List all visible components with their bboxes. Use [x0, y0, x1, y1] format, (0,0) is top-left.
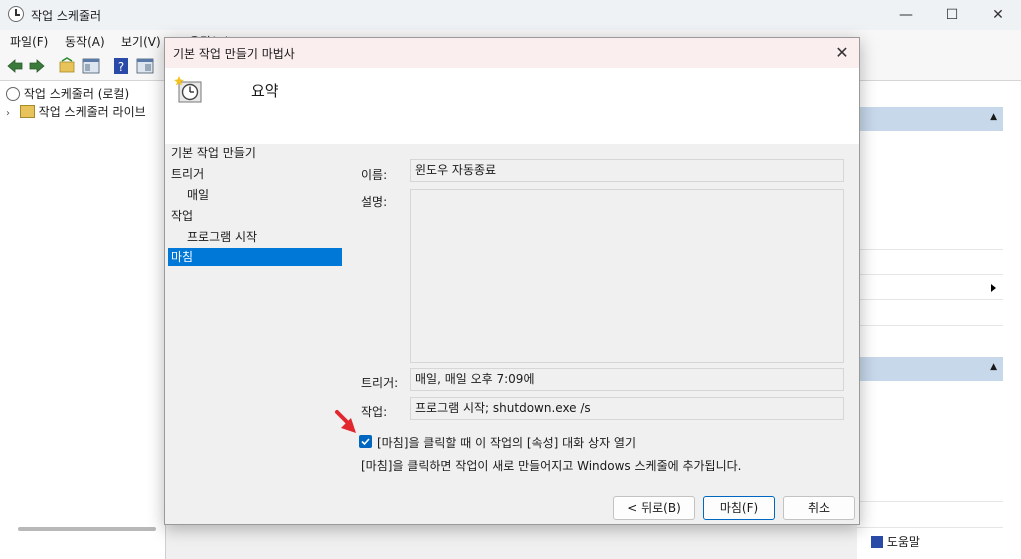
description-field[interactable] — [410, 189, 844, 363]
tree-item-local[interactable]: 작업 스케줄러 (로컬) — [6, 85, 129, 103]
help-icon — [871, 536, 883, 548]
wizard-clock-icon — [174, 76, 202, 103]
back-button[interactable]: < 뒤로(B) — [613, 496, 695, 520]
submenu-arrow-icon[interactable] — [991, 284, 996, 292]
step-create-basic-task: 기본 작업 만들기 — [171, 146, 256, 160]
collapse-icon[interactable]: ▲ — [990, 112, 997, 122]
action-field[interactable]: 프로그램 시작; shutdown.exe /s — [410, 397, 844, 420]
menu-action[interactable]: 동작(A) — [65, 33, 105, 50]
trigger-field[interactable]: 매일, 매일 오후 7:09에 — [410, 368, 844, 391]
folder-icon[interactable] — [58, 57, 76, 75]
actions-pane: ▲ ▲ 도움말 — [857, 81, 1021, 559]
dialog-close-button[interactable]: ✕ — [831, 42, 853, 64]
description-label: 설명: — [361, 195, 388, 209]
properties-icon[interactable] — [136, 57, 154, 75]
show-hide-tree-icon[interactable] — [82, 57, 100, 75]
collapse-icon[interactable]: ▲ — [990, 362, 997, 372]
wizard-header: 요약 — [165, 68, 859, 144]
folder-icon — [19, 105, 35, 118]
close-button[interactable]: ✕ — [975, 0, 1021, 30]
app-title: 작업 스케줄러 — [31, 9, 102, 23]
create-basic-task-wizard: 기본 작업 만들기 마법사 ✕ 요약 기본 작업 만들기 트리거 매일 작업 프… — [164, 37, 860, 525]
tree-item-label: 작업 스케줄러 라이브 — [38, 105, 146, 119]
step-daily: 매일 — [187, 188, 210, 202]
open-properties-checkbox[interactable] — [359, 435, 372, 448]
menu-view[interactable]: 보기(V) — [121, 33, 161, 50]
back-arrow-icon[interactable] — [6, 57, 24, 75]
step-action: 작업 — [171, 209, 194, 223]
help-icon[interactable]: ? — [112, 57, 130, 75]
minimize-button[interactable]: — — [883, 0, 929, 30]
wizard-steps: 기본 작업 만들기 트리거 매일 작업 프로그램 시작 마침 — [165, 144, 345, 344]
finish-button[interactable]: 마침(F) — [703, 496, 775, 520]
check-icon — [361, 438, 370, 446]
tree-item-label: 작업 스케줄러 (로컬) — [23, 87, 130, 101]
menu-file[interactable]: 파일(F) — [10, 33, 48, 50]
action-label: 작업: — [361, 405, 388, 419]
cancel-button[interactable]: 취소 — [783, 496, 855, 520]
selected-item-header[interactable]: ▲ — [857, 357, 1003, 381]
trigger-label: 트리거: — [361, 376, 399, 390]
step-trigger: 트리거 — [171, 167, 205, 181]
step-finish: 마침 — [168, 248, 342, 266]
chevron-right-icon[interactable]: › — [6, 108, 10, 119]
step-start-program: 프로그램 시작 — [187, 230, 258, 244]
maximize-button[interactable]: ☐ — [929, 0, 975, 30]
dialog-titlebar: 기본 작업 만들기 마법사 ✕ — [165, 38, 859, 68]
name-label: 이름: — [361, 168, 388, 182]
help-label: 도움말 — [886, 535, 920, 549]
app-titlebar: 작업 스케줄러 — ☐ ✕ — [0, 0, 1021, 30]
tree-pane: 작업 스케줄러 (로컬) › 작업 스케줄러 라이브 — [0, 81, 166, 559]
actions-section-header[interactable]: ▲ — [857, 107, 1003, 131]
help-link[interactable]: 도움말 — [871, 533, 920, 550]
finish-hint: [마침]을 클릭하면 작업이 새로 만들어지고 Windows 스케줄에 추가됩… — [361, 459, 742, 473]
name-field[interactable]: 윈도우 자동종료 — [410, 159, 844, 182]
horizontal-scrollbar[interactable] — [18, 527, 156, 531]
open-properties-label[interactable]: [마침]을 클릭할 때 이 작업의 [속성] 대화 상자 열기 — [377, 434, 636, 451]
clock-icon — [8, 6, 24, 22]
red-arrow-icon — [335, 410, 356, 433]
tree-item-library[interactable]: › 작업 스케줄러 라이브 — [6, 103, 146, 121]
wizard-page-title: 요약 — [251, 82, 279, 100]
svg-text:?: ? — [118, 60, 124, 74]
clock-icon — [6, 87, 20, 101]
dialog-title: 기본 작업 만들기 마법사 — [173, 47, 295, 61]
forward-arrow-icon[interactable] — [28, 57, 46, 75]
